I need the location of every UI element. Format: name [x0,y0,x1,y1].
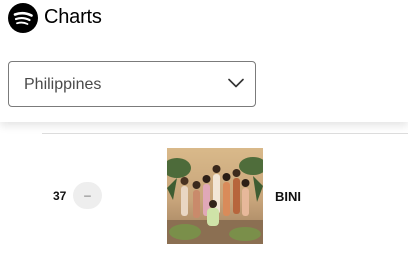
artist-name[interactable]: BINI [275,188,301,205]
country-select-value: Philippines [24,76,102,93]
charts-page: Charts Philippines 37 – BINI [0,0,408,255]
chart-row-rank: 37 [53,189,67,203]
artist-artwork[interactable] [167,148,263,244]
header: Charts Philippines [0,0,408,122]
page-title: Charts [44,6,102,28]
no-change-icon: – [84,188,91,202]
country-select[interactable]: Philippines [8,61,256,107]
divider [42,133,408,134]
spotify-logo-icon[interactable] [8,3,38,33]
status-badge: – [73,182,102,209]
chevron-down-icon [228,78,244,88]
